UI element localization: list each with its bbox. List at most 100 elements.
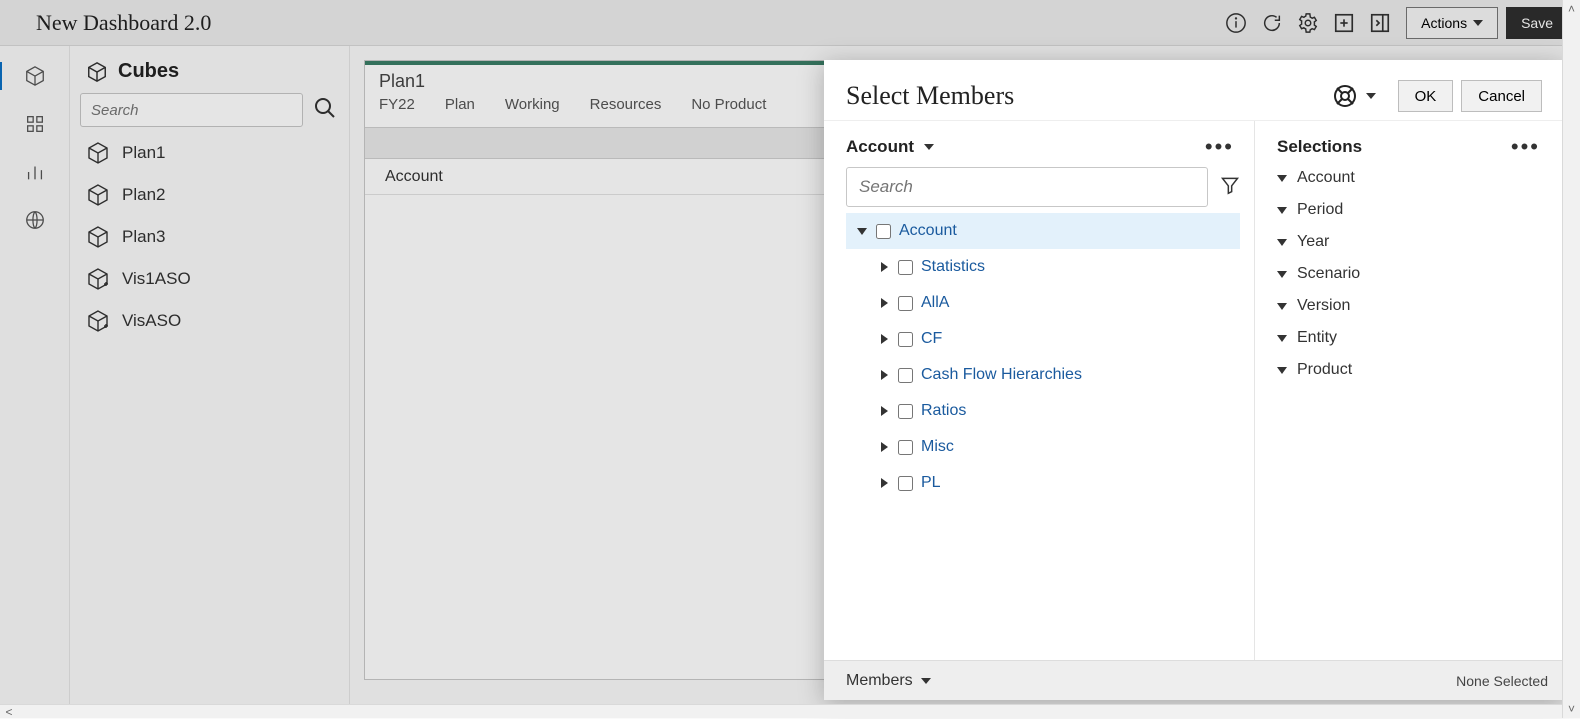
cancel-button[interactable]: Cancel (1461, 80, 1542, 112)
pov-dim[interactable]: FY22 (379, 96, 415, 113)
selection-item[interactable]: Scenario (1277, 265, 1546, 283)
selection-item[interactable]: Year (1277, 233, 1546, 251)
dashboard-title: New Dashboard 2.0 (36, 10, 211, 36)
cubes-search-input[interactable] (80, 93, 303, 127)
gear-icon (1297, 12, 1319, 34)
member-checkbox[interactable] (898, 368, 913, 383)
expand-icon[interactable] (876, 406, 892, 416)
selection-item[interactable]: Period (1277, 201, 1546, 219)
tree-node[interactable]: Misc (846, 429, 1240, 465)
tree-node[interactable]: AllA (846, 285, 1240, 321)
rail-chart[interactable] (21, 158, 49, 186)
member-checkbox[interactable] (876, 224, 891, 239)
cube-item[interactable]: Plan2 (86, 183, 335, 207)
selection-item[interactable]: Version (1277, 297, 1546, 315)
member-label: Statistics (921, 258, 985, 276)
tree-node-root[interactable]: Account (846, 213, 1240, 249)
expand-icon[interactable] (876, 298, 892, 308)
member-tree: Account Statistics AllA CF Cash Flow Hie… (846, 211, 1240, 660)
cube-name: Plan3 (122, 227, 165, 247)
expand-icon[interactable] (876, 478, 892, 488)
selections-more-menu[interactable]: ••• (1505, 139, 1546, 155)
cube-plus-icon (86, 309, 110, 333)
cube-icon (86, 225, 110, 249)
info-button[interactable] (1218, 5, 1254, 41)
selection-label: Account (1297, 169, 1355, 187)
dimension-picker[interactable]: Account (846, 137, 914, 157)
pov-dim[interactable]: Working (505, 96, 560, 113)
expand-icon[interactable] (876, 370, 892, 380)
row-label: Account (385, 168, 443, 186)
cube-item[interactable]: Plan1 (86, 141, 335, 165)
cubes-sidebar: Cubes Plan1 Plan2 Plan3 Vis1ASO (70, 46, 350, 718)
tree-node[interactable]: PL (846, 465, 1240, 501)
member-tree-panel: Account ••• Account Statistics AllA (824, 121, 1254, 660)
pov-dim[interactable]: Resources (590, 96, 662, 113)
tree-node[interactable]: Statistics (846, 249, 1240, 285)
tree-node[interactable]: Cash Flow Hierarchies (846, 357, 1240, 393)
rail-grid[interactable] (21, 110, 49, 138)
expand-icon[interactable] (876, 334, 892, 344)
tree-node[interactable]: Ratios (846, 393, 1240, 429)
expand-icon[interactable] (876, 262, 892, 272)
member-search-input[interactable] (846, 167, 1208, 207)
scroll-up-icon[interactable]: ˄ (1563, 0, 1580, 18)
pov-dim[interactable]: Plan (445, 96, 475, 113)
cubes-search-button[interactable] (313, 96, 337, 125)
member-checkbox[interactable] (898, 476, 913, 491)
search-icon (313, 96, 337, 120)
footer-tab[interactable]: Members (846, 672, 931, 690)
chevron-down-icon[interactable] (924, 144, 934, 150)
help-button[interactable] (1330, 81, 1360, 111)
collapse-icon (1277, 271, 1287, 278)
tree-node[interactable]: CF (846, 321, 1240, 357)
scroll-down-icon[interactable]: ˅ (1563, 700, 1580, 718)
settings-button[interactable] (1290, 5, 1326, 41)
panel-icon (1369, 12, 1391, 34)
refresh-button[interactable] (1254, 5, 1290, 41)
more-menu[interactable]: ••• (1199, 139, 1240, 155)
cube-name: Plan2 (122, 185, 165, 205)
collapse-icon (1277, 175, 1287, 182)
horizontal-scrollbar[interactable]: ˂ (0, 704, 1562, 718)
actions-button[interactable]: Actions (1406, 7, 1498, 39)
member-checkbox[interactable] (898, 404, 913, 419)
selection-count: None Selected (1456, 673, 1548, 689)
selection-label: Scenario (1297, 265, 1360, 283)
selection-item[interactable]: Entity (1277, 329, 1546, 347)
member-checkbox[interactable] (898, 332, 913, 347)
scroll-left-icon[interactable]: ˂ (0, 705, 18, 718)
selections-title: Selections (1277, 137, 1362, 157)
add-button[interactable] (1326, 5, 1362, 41)
member-label: AllA (921, 294, 949, 312)
chevron-down-icon[interactable] (1366, 93, 1376, 99)
selection-item[interactable]: Product (1277, 361, 1546, 379)
member-checkbox[interactable] (898, 440, 913, 455)
member-checkbox[interactable] (898, 260, 913, 275)
info-icon (1225, 12, 1247, 34)
save-button[interactable]: Save (1506, 7, 1568, 39)
left-rail (0, 46, 70, 718)
cube-icon (86, 183, 110, 207)
cube-item[interactable]: Plan3 (86, 225, 335, 249)
filter-button[interactable] (1220, 175, 1240, 200)
ok-button[interactable]: OK (1398, 80, 1454, 112)
member-checkbox[interactable] (898, 296, 913, 311)
rail-cubes[interactable] (21, 62, 49, 90)
pov-dim[interactable]: No Product (691, 96, 766, 113)
lifebuoy-icon (1333, 84, 1357, 108)
collapse-icon[interactable] (854, 228, 870, 235)
toggle-panel-button[interactable] (1362, 5, 1398, 41)
cube-item[interactable]: VisASO (86, 309, 335, 333)
globe-icon (24, 209, 46, 231)
expand-icon[interactable] (876, 442, 892, 452)
vertical-scrollbar[interactable]: ˄ ˅ (1562, 0, 1580, 718)
rail-globe[interactable] (21, 206, 49, 234)
collapse-icon (1277, 367, 1287, 374)
save-label: Save (1521, 15, 1553, 31)
member-label: Ratios (921, 402, 966, 420)
cube-item[interactable]: Vis1ASO (86, 267, 335, 291)
member-label: CF (921, 330, 942, 348)
cube-icon (86, 141, 110, 165)
selection-item[interactable]: Account (1277, 169, 1546, 187)
